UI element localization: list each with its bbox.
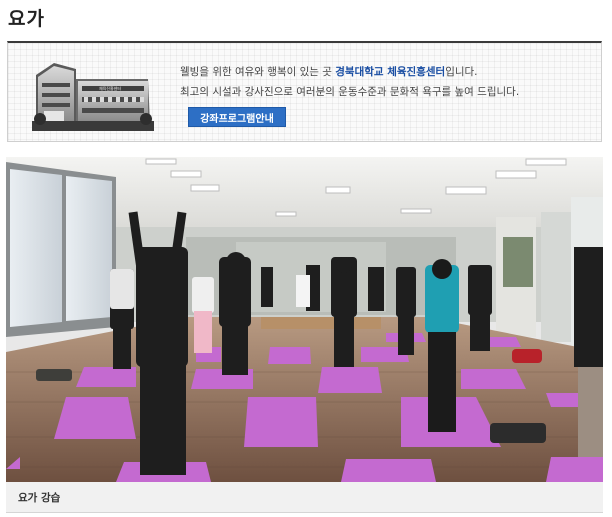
intro-text: 웰빙을 위한 여유와 행복이 있는 곳 경북대학교 체육진흥센터입니다. 최고의… [180, 62, 590, 102]
intro-line-1-suffix: 입니다. [445, 66, 478, 78]
building-sign-text: 체육진흥센터 [99, 85, 121, 91]
photo-caption: 요가 강습 [6, 482, 603, 513]
program-guide-button[interactable]: 강좌프로그램안내 [188, 107, 286, 127]
page-title: 요가 [8, 8, 45, 30]
yoga-class-photo [6, 157, 603, 482]
yoga-class-photo-image [6, 157, 603, 482]
building-illustration: 체육진흥센터 [32, 63, 154, 131]
intro-banner: 체육진흥센터 웰빙을 위한 여유와 행복이 있는 곳 경북대학교 체육진흥센터입… [7, 41, 602, 142]
intro-line-2: 최고의 시설과 강사진으로 여러분의 운동수준과 문화적 욕구를 높여 드립니다… [180, 86, 520, 98]
center-name-highlight: 경북대학교 체육진흥센터 [335, 66, 446, 78]
intro-line-1: 웰빙을 위한 여유와 행복이 있는 곳 경북대학교 체육진흥센터입니다. [180, 62, 590, 82]
intro-line-1-prefix: 웰빙을 위한 여유와 행복이 있는 곳 [180, 66, 336, 78]
